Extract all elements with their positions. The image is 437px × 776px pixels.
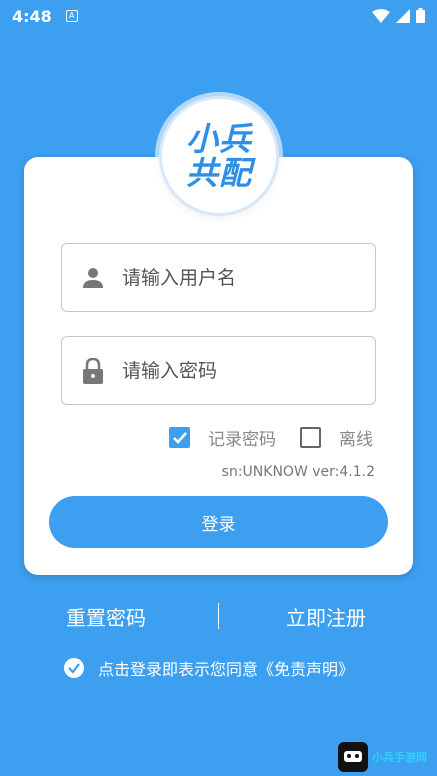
wifi-icon — [372, 8, 390, 23]
lock-icon — [82, 357, 104, 384]
app-logo: 小兵 共配 — [159, 96, 279, 216]
check-circle-icon[interactable] — [64, 658, 84, 678]
remember-password-option[interactable]: 记录密码 — [169, 425, 276, 450]
version-text: sn:UNKNOW ver:4.1.2 — [221, 464, 375, 480]
logo-line-1: 小兵 — [185, 120, 252, 158]
link-divider — [218, 603, 219, 629]
watermark-text: 小兵手游网 — [372, 751, 427, 764]
agreement-text[interactable]: 点击登录即表示您同意《免责声明》 — [98, 656, 354, 680]
user-icon — [82, 266, 104, 290]
watermark-logo-icon — [338, 742, 368, 772]
status-indicators — [372, 8, 425, 23]
password-field[interactable] — [61, 336, 376, 405]
register-link[interactable]: 立即注册 — [286, 602, 366, 631]
accessibility-a-icon: A — [65, 10, 78, 22]
remember-password-label: 记录密码 — [208, 430, 276, 450]
signal-icon — [396, 8, 410, 23]
logo-line-2: 共配 — [185, 154, 252, 192]
remember-password-checkbox[interactable] — [169, 427, 190, 448]
offline-label: 离线 — [339, 430, 373, 450]
battery-icon — [416, 8, 425, 23]
agreement-row[interactable]: 点击登录即表示您同意《免责声明》 — [64, 656, 354, 680]
reset-password-link[interactable]: 重置密码 — [66, 602, 146, 631]
check-icon — [172, 431, 187, 444]
username-input[interactable] — [122, 266, 362, 289]
status-bar: 4:48 A — [0, 0, 437, 32]
status-time: 4:48 — [12, 6, 52, 26]
logo-text: 小兵 共配 — [186, 122, 252, 190]
username-field[interactable] — [61, 243, 376, 312]
password-input[interactable] — [122, 359, 362, 382]
watermark: 小兵手游网 — [338, 742, 427, 772]
login-button[interactable]: 登录 — [49, 496, 388, 548]
offline-option[interactable]: 离线 — [300, 425, 373, 450]
offline-checkbox[interactable] — [300, 427, 321, 448]
